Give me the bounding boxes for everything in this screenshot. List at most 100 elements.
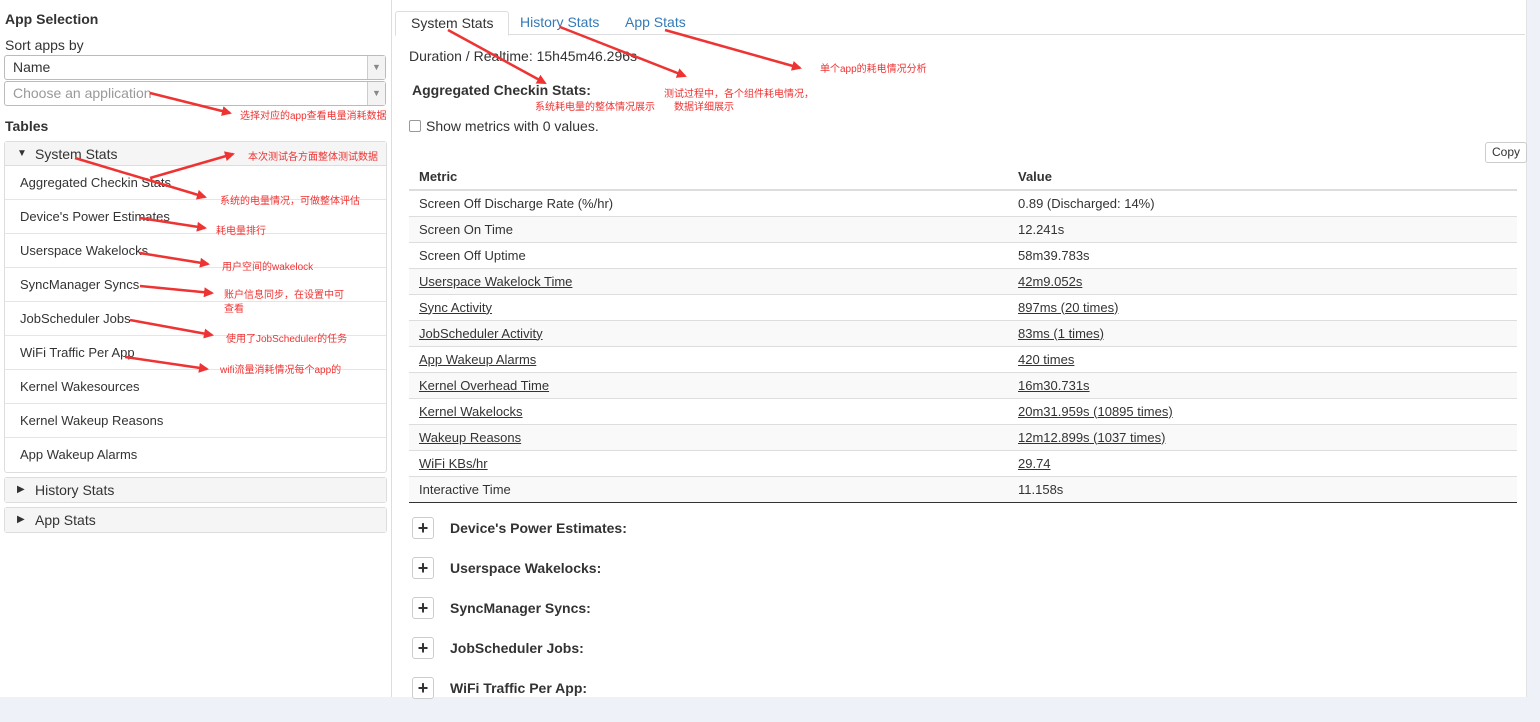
sort-select[interactable]: Name ▼ (4, 55, 386, 80)
table-header-row: Metric Value (409, 164, 1517, 191)
table-row: Screen Off Discharge Rate (%/hr) 0.89 (Di… (409, 189, 1517, 216)
section-power-estimates[interactable]: + Device's Power Estimates: (412, 517, 627, 539)
table-row: Kernel Wakelocks 20m31.959s (10895 times) (409, 397, 1517, 424)
metric-value[interactable]: 420 times (1018, 352, 1074, 367)
plus-icon[interactable]: + (412, 597, 434, 619)
annotation-wifi: wifi流量消耗情况每个app的 (220, 365, 342, 376)
plus-icon[interactable]: + (412, 677, 434, 699)
metric-name[interactable]: Wakeup Reasons (419, 430, 521, 445)
duration-text: Duration / Realtime: 15h45m46.296s (409, 48, 638, 64)
table-row: App Wakeup Alarms 420 times (409, 345, 1517, 372)
app-select[interactable]: Choose an application ▼ (4, 81, 386, 106)
table-row: WiFi KBs/hr 29.74 (409, 449, 1517, 476)
section-userspace-wakelocks[interactable]: + Userspace Wakelocks: (412, 557, 601, 579)
metrics-table-body: Screen Off Discharge Rate (%/hr) 0.89 (Di… (409, 189, 1517, 503)
history-stats-panel-header[interactable]: ▶ History Stats (5, 478, 386, 502)
metric-value[interactable]: 29.74 (1018, 456, 1051, 471)
annotation-choose-app: 选择对应的app查看电量消耗数据 (240, 111, 387, 122)
section-label: JobScheduler Jobs: (450, 640, 584, 656)
tab-bar: System Stats History Stats App Stats (395, 11, 1525, 36)
show-metrics-label: Show metrics with 0 values. (426, 118, 599, 134)
annotation-aggregated: 系统的电量情况，可做整体评估 (220, 196, 360, 207)
table-row: Screen Off Uptime 58m39.783s (409, 241, 1517, 268)
sort-label: Sort apps by (5, 37, 84, 53)
app-stats-panel-header[interactable]: ▶ App Stats (5, 508, 386, 532)
app-selection-title: App Selection (5, 11, 99, 27)
history-stats-panel-label: History Stats (35, 482, 115, 498)
metric-value[interactable]: 20m31.959s (10895 times) (1018, 404, 1173, 419)
column-header-value: Value (1008, 164, 1517, 191)
annotation-sync-line2: 查看 (224, 304, 244, 315)
metric-name[interactable]: JobScheduler Activity (419, 326, 543, 341)
metric-value[interactable]: 83ms (1 times) (1018, 326, 1104, 341)
section-syncmanager-syncs[interactable]: + SyncManager Syncs: (412, 597, 591, 619)
tables-label: Tables (5, 118, 49, 134)
metric-name: Screen On Time (419, 221, 513, 237)
section-label: SyncManager Syncs: (450, 600, 591, 616)
annotation-jobscheduler: 使用了JobScheduler的任务 (226, 334, 348, 345)
table-row: Kernel Overhead Time 16m30.731s (409, 371, 1517, 398)
metric-value: 12.241s (1018, 221, 1065, 237)
copy-button[interactable]: Copy (1485, 142, 1528, 163)
metric-value[interactable]: 16m30.731s (1018, 378, 1090, 393)
metric-value: 58m39.783s (1018, 247, 1090, 263)
sidebar: App Selection Sort apps by Name ▼ Choose… (0, 0, 392, 697)
aggregated-checkin-title: Aggregated Checkin Stats: (412, 82, 591, 98)
table-row: Wakeup Reasons 12m12.899s (1037 times) (409, 423, 1517, 450)
section-wifi-traffic[interactable]: + WiFi Traffic Per App: (412, 677, 587, 699)
sidebar-item-app-wakeup-alarms[interactable]: App Wakeup Alarms (5, 438, 386, 472)
section-label: Device's Power Estimates: (450, 520, 627, 536)
triangle-down-icon: ▼ (17, 148, 27, 159)
triangle-right-icon: ▶ (17, 514, 25, 525)
show-zero-metrics-checkbox[interactable] (409, 120, 421, 132)
chevron-down-icon[interactable]: ▼ (367, 82, 385, 105)
metric-name[interactable]: App Wakeup Alarms (419, 352, 536, 367)
show-metrics-toggle[interactable]: Show metrics with 0 values. (409, 118, 599, 134)
annotation-system-stats: 本次测试各方面整体测试数据 (248, 152, 378, 163)
metric-name[interactable]: Sync Activity (419, 300, 492, 315)
table-row: Interactive Time 11.158s (409, 475, 1517, 503)
tab-system-stats[interactable]: System Stats (395, 11, 510, 36)
section-jobscheduler-jobs[interactable]: + JobScheduler Jobs: (412, 637, 584, 659)
annotation-sync-line1: 账户信息同步，在设置中可 (224, 290, 344, 301)
metric-name[interactable]: Kernel Wakelocks (419, 404, 523, 419)
table-row: Screen On Time 12.241s (409, 215, 1517, 242)
annotation-power-estimates: 耗电量排行 (216, 226, 266, 237)
system-stats-panel: ▼ System Stats Aggregated Checkin Stats … (4, 141, 387, 473)
metric-name: Interactive Time (419, 481, 511, 497)
sidebar-item-kernel-wakeup-reasons[interactable]: Kernel Wakeup Reasons (5, 404, 386, 438)
metric-value[interactable]: 12m12.899s (1037 times) (1018, 430, 1165, 445)
plus-icon[interactable]: + (412, 637, 434, 659)
metric-value[interactable]: 897ms (20 times) (1018, 300, 1118, 315)
history-stats-panel: ▶ History Stats (4, 477, 387, 503)
metric-name: Screen Off Discharge Rate (%/hr) (419, 195, 614, 211)
annotation-wakelocks: 用户空间的wakelock (222, 262, 314, 273)
metric-name[interactable]: Userspace Wakelock Time (419, 274, 572, 289)
sidebar-item-userspace-wakelocks[interactable]: Userspace Wakelocks (5, 234, 386, 268)
tab-history-stats[interactable]: History Stats (505, 11, 614, 36)
annotation-tab-app: 单个app的耗电情况分析 (820, 64, 927, 75)
chevron-down-icon[interactable]: ▼ (367, 56, 385, 79)
metric-value: 0.89 (Discharged: 14%) (1018, 195, 1155, 211)
metric-name[interactable]: Kernel Overhead Time (419, 378, 549, 393)
app-select-placeholder: Choose an application (13, 85, 152, 101)
annotation-tab-history-line2: 数据详细展示 (674, 102, 734, 113)
tab-app-stats[interactable]: App Stats (610, 11, 701, 36)
plus-icon[interactable]: + (412, 557, 434, 579)
sort-select-value: Name (13, 59, 51, 75)
table-row: Userspace Wakelock Time 42m9.052s (409, 267, 1517, 294)
metric-name[interactable]: WiFi KBs/hr (419, 456, 488, 471)
section-label: Userspace Wakelocks: (450, 560, 602, 576)
app-stats-panel: ▶ App Stats (4, 507, 387, 533)
app-frame: App Selection Sort apps by Name ▼ Choose… (0, 0, 1528, 699)
plus-icon[interactable]: + (412, 517, 434, 539)
system-stats-panel-label: System Stats (35, 146, 118, 162)
table-row: Sync Activity 897ms (20 times) (409, 293, 1517, 320)
triangle-right-icon: ▶ (17, 484, 25, 495)
metric-value: 11.158s (1018, 481, 1064, 497)
table-row: JobScheduler Activity 83ms (1 times) (409, 319, 1517, 346)
metric-value[interactable]: 42m9.052s (1018, 274, 1082, 289)
metric-name: Screen Off Uptime (419, 247, 526, 263)
annotation-tab-system: 系统耗电量的整体情况展示 (535, 102, 655, 113)
app-stats-panel-label: App Stats (35, 512, 96, 528)
